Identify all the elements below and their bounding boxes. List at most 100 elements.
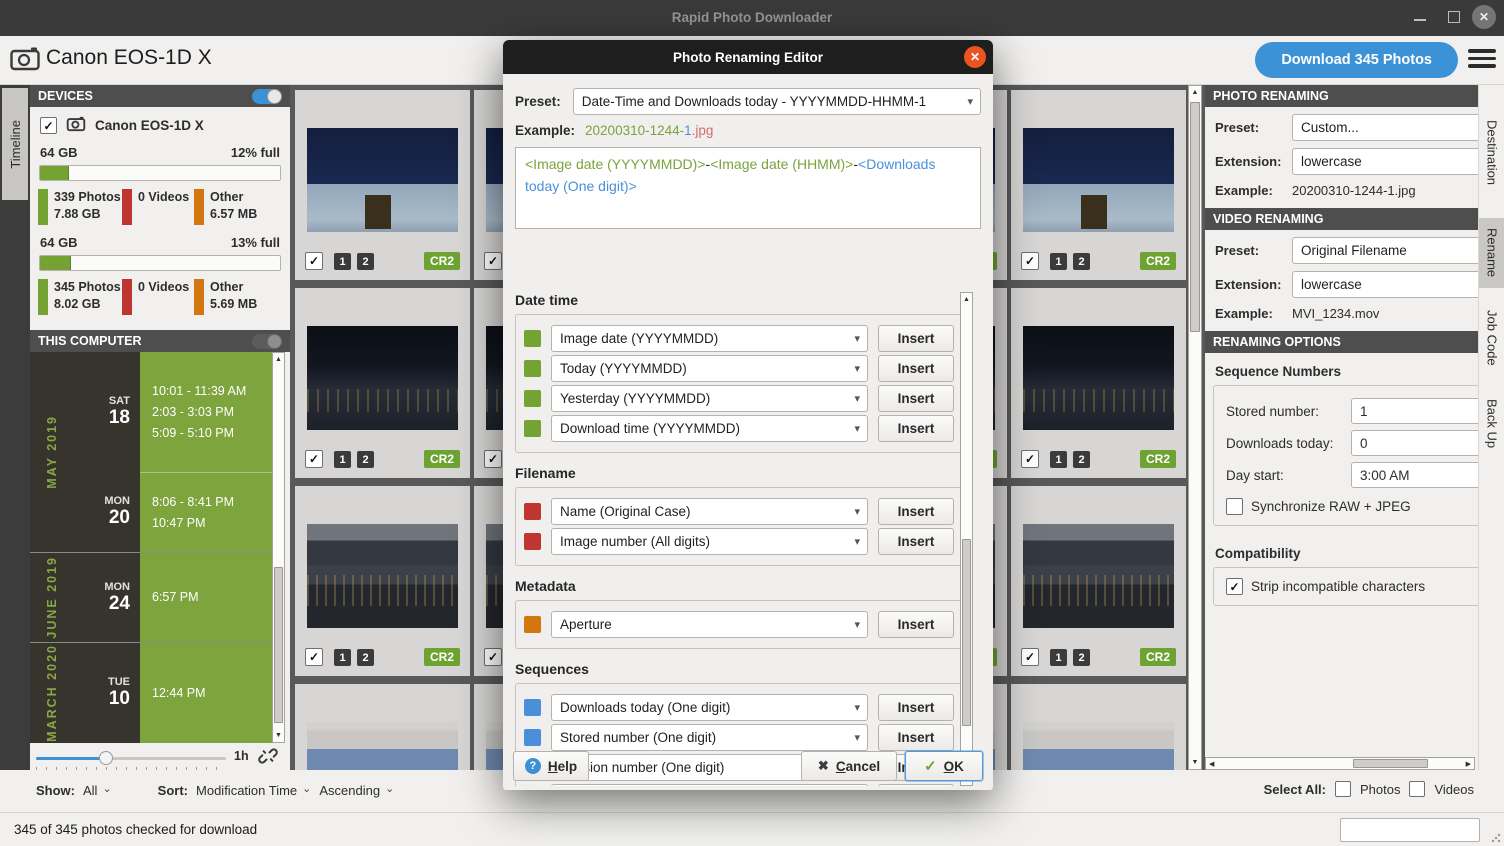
- scroll-left-icon[interactable]: ◀: [1209, 761, 1214, 768]
- dialog-close-icon[interactable]: ✕: [964, 46, 986, 68]
- this-computer-toggle[interactable]: [252, 334, 282, 349]
- select-all-videos-checkbox[interactable]: [1409, 781, 1425, 797]
- rename-pattern-editor[interactable]: <Image date (YYYYMMDD)>-<Image date (HHM…: [515, 147, 981, 229]
- photo-extension-select[interactable]: lowercase▾: [1292, 148, 1478, 175]
- component-select[interactable]: Downloads today (One digit)▾: [551, 694, 868, 721]
- thumbnail-checkbox[interactable]: ✓: [1021, 450, 1039, 468]
- photo-image: [307, 326, 458, 430]
- insert-button[interactable]: Insert: [878, 694, 954, 721]
- thumbnail-checkbox[interactable]: ✓: [305, 648, 323, 666]
- downloads-today-input[interactable]: 0: [1351, 430, 1478, 456]
- component-select[interactable]: Stored number (One digit)▾: [551, 724, 868, 751]
- device-row[interactable]: ✓ Canon EOS-1D X: [38, 111, 282, 141]
- component-select[interactable]: Yesterday (YYYYMMDD)▾: [551, 385, 868, 412]
- photo-thumbnail[interactable]: ✓ 1 2 CR2: [295, 90, 470, 280]
- maximize-icon[interactable]: [1448, 11, 1460, 23]
- devices-toggle[interactable]: [252, 89, 282, 104]
- timeline-day[interactable]: TUE 10 12:44 PM: [74, 643, 272, 743]
- minimize-icon[interactable]: [1414, 6, 1426, 21]
- preset-select[interactable]: Date-Time and Downloads today - YYYYMMDD…: [573, 88, 981, 115]
- sort-dropdown[interactable]: Modification Time⌄: [196, 783, 311, 798]
- insert-button[interactable]: Insert: [878, 611, 954, 638]
- dialog-scrollbar[interactable]: ▲ ▼: [960, 292, 973, 786]
- insert-button[interactable]: Insert: [878, 355, 954, 382]
- photo-thumbnail[interactable]: ✓ 1 2 CR2: [295, 288, 470, 478]
- tab-back-up[interactable]: Back Up: [1479, 388, 1504, 460]
- cancel-button[interactable]: ✖ Cancel: [801, 751, 897, 781]
- thumbnail-checkbox[interactable]: ✓: [1021, 648, 1039, 666]
- scroll-right-icon[interactable]: ▶: [1466, 761, 1471, 768]
- scroll-down-icon[interactable]: ▼: [273, 732, 284, 739]
- synchronize-raw-jpeg-checkbox[interactable]: [1226, 498, 1243, 515]
- insert-button[interactable]: Insert: [878, 498, 954, 525]
- photo-thumbnail[interactable]: ✓ 1 2 CR2: [295, 684, 470, 770]
- photo-thumbnail[interactable]: ✓ 1 2 CR2: [1011, 684, 1186, 770]
- tab-timeline[interactable]: Timeline: [2, 88, 28, 200]
- timeline-interval-slider[interactable]: [36, 751, 226, 765]
- insert-button[interactable]: Insert: [878, 385, 954, 412]
- rename-component-row: Yesterday (YYYYMMDD)▾ Insert: [524, 385, 954, 412]
- component-select[interactable]: Download time (YYYYMMDD)▾: [551, 415, 868, 442]
- photo-image: [1023, 524, 1174, 628]
- thumbnail-checkbox[interactable]: ✓: [484, 252, 502, 270]
- this-computer-panel-header: THIS COMPUTER: [30, 330, 290, 352]
- resize-grip[interactable]: [1491, 833, 1501, 843]
- day-start-input[interactable]: 3:00 AM: [1351, 462, 1478, 488]
- component-select[interactable]: Name (Original Case)▾: [551, 498, 868, 525]
- strip-incompatible-checkbox[interactable]: ✓: [1226, 578, 1243, 595]
- timeline-day[interactable]: MON 20 8:06 - 8:41 PM 10:47 PM: [74, 472, 272, 552]
- timeline-day[interactable]: MON 24 6:57 PM: [74, 553, 272, 642]
- thumbnail-checkbox[interactable]: ✓: [484, 450, 502, 468]
- select-all-photos-checkbox[interactable]: [1335, 781, 1351, 797]
- compatibility-title: Compatibility: [1215, 546, 1478, 561]
- ok-button[interactable]: ✓ OK: [905, 751, 983, 781]
- insert-button[interactable]: Insert: [878, 415, 954, 442]
- timeline-panel[interactable]: MAY 2019 SAT 18 10:01 - 11:39 AM 2:03 - …: [30, 352, 272, 743]
- extension-label: Extension:: [1215, 277, 1292, 292]
- photo-thumbnail[interactable]: ✓ 1 2 CR2: [295, 486, 470, 676]
- device-checkbox[interactable]: ✓: [40, 117, 57, 134]
- right-panel-horizontal-scrollbar[interactable]: ◀ ▶: [1205, 757, 1475, 770]
- photo-thumbnail[interactable]: ✓ 1 2 CR2: [1011, 90, 1186, 280]
- scroll-up-icon[interactable]: ▲: [961, 296, 972, 303]
- sort-order-dropdown[interactable]: Ascending⌄: [319, 783, 394, 798]
- close-icon[interactable]: ✕: [1472, 5, 1496, 29]
- show-dropdown[interactable]: All⌄: [83, 783, 112, 798]
- hamburger-menu-icon[interactable]: [1468, 49, 1496, 72]
- photo-image: [1023, 722, 1174, 770]
- component-select[interactable]: Image date (YYYYMMDD)▾: [551, 325, 868, 352]
- component-select[interactable]: Aperture▾: [551, 611, 868, 638]
- dialog-titlebar[interactable]: Photo Renaming Editor ✕: [503, 40, 993, 74]
- scroll-up-icon[interactable]: ▲: [273, 356, 284, 363]
- insert-button[interactable]: Insert: [878, 325, 954, 352]
- thumbnail-checkbox[interactable]: ✓: [305, 450, 323, 468]
- video-preset-select[interactable]: Original Filename▾: [1292, 237, 1478, 264]
- thumbnail-checkbox[interactable]: ✓: [1021, 252, 1039, 270]
- tab-job-code[interactable]: Job Code: [1479, 296, 1504, 380]
- photo-preset-select[interactable]: Custom...▾: [1292, 114, 1478, 141]
- broken-link-icon[interactable]: [258, 746, 278, 769]
- photo-thumbnail[interactable]: ✓ 1 2 CR2: [1011, 288, 1186, 478]
- photo-thumbnail[interactable]: ✓ 1 2 CR2: [1011, 486, 1186, 676]
- download-button[interactable]: Download 345 Photos: [1255, 42, 1458, 78]
- tab-rename[interactable]: Rename: [1479, 218, 1504, 288]
- thumbnail-scrollbar[interactable]: ▲ ▼: [1188, 85, 1202, 770]
- component-select[interactable]: Image number (All digits)▾: [551, 528, 868, 555]
- scroll-down-icon[interactable]: ▼: [1189, 759, 1201, 766]
- video-extension-select[interactable]: lowercase▾: [1292, 271, 1478, 298]
- help-button[interactable]: ? Help: [513, 751, 589, 781]
- component-select[interactable]: Sequence letter (UPPERCASE)▾: [551, 784, 868, 786]
- insert-button[interactable]: Insert: [878, 784, 954, 786]
- tab-destination[interactable]: Destination: [1479, 95, 1504, 210]
- stored-number-input[interactable]: 1: [1351, 398, 1478, 424]
- thumbnail-checkbox[interactable]: ✓: [305, 252, 323, 270]
- insert-button[interactable]: Insert: [878, 724, 954, 751]
- component-select[interactable]: Today (YYYYMMDD)▾: [551, 355, 868, 382]
- timeline-scrollbar[interactable]: ▲ ▼: [272, 352, 285, 743]
- slider-handle[interactable]: [99, 751, 113, 765]
- scroll-up-icon[interactable]: ▲: [1189, 89, 1201, 96]
- timeline-day[interactable]: SAT 18 10:01 - 11:39 AM 2:03 - 3:03 PM 5…: [74, 352, 272, 472]
- insert-button[interactable]: Insert: [878, 528, 954, 555]
- thumbnail-checkbox[interactable]: ✓: [484, 648, 502, 666]
- photo-renaming-header: PHOTO RENAMING: [1205, 85, 1478, 107]
